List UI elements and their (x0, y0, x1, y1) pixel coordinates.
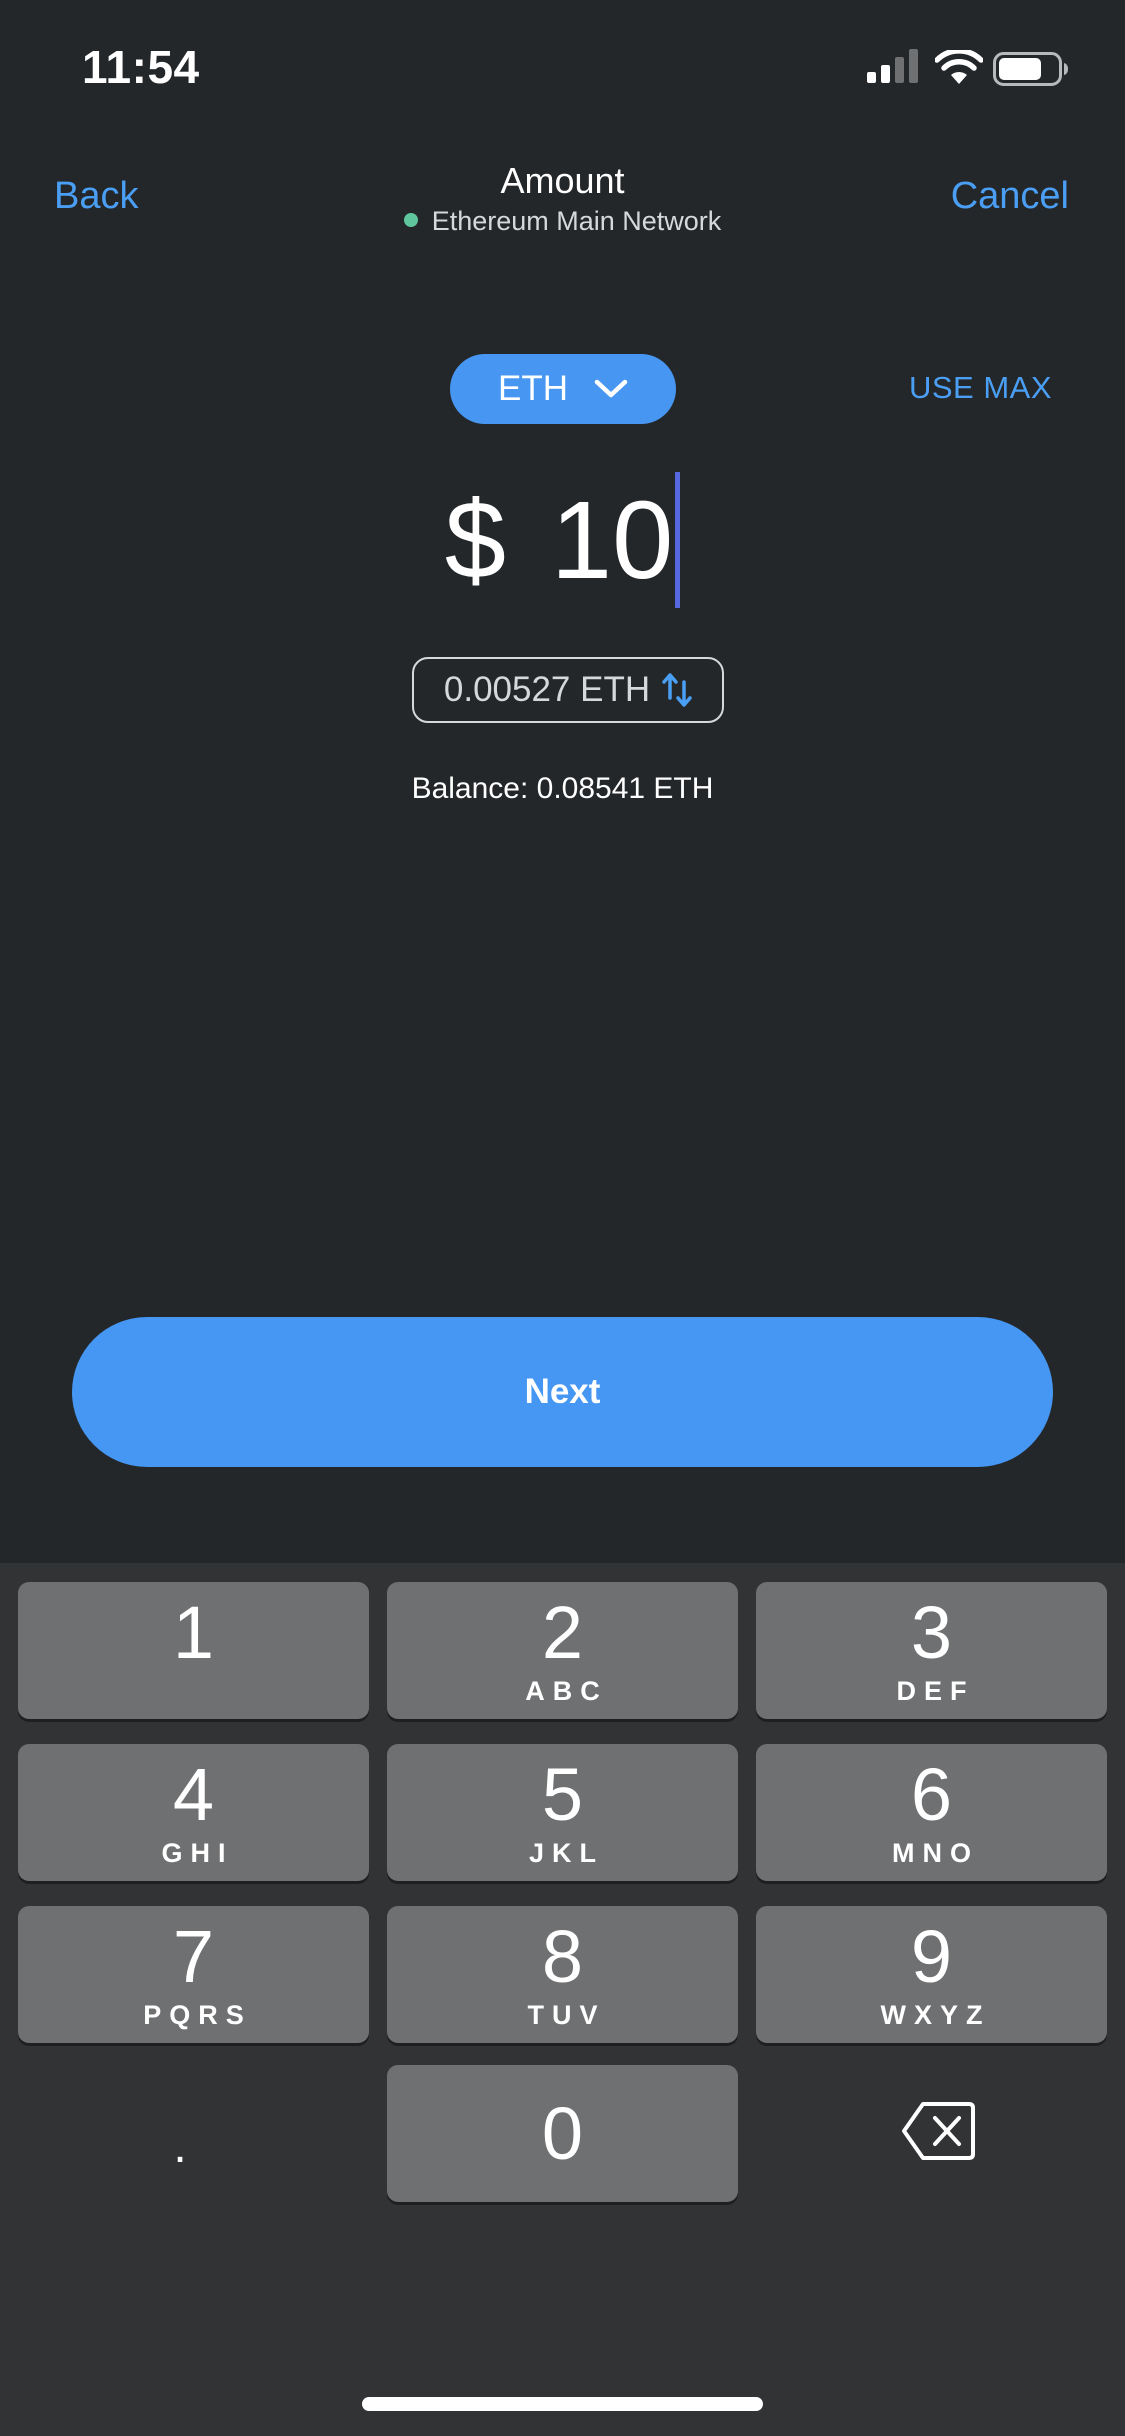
key-letters: TUV (527, 2000, 606, 2030)
amount-input[interactable]: $ 10 (0, 470, 1125, 610)
key-5[interactable]: 5 JKL (387, 1744, 738, 1881)
key-8[interactable]: 8 TUV (387, 1906, 738, 2043)
key-3[interactable]: 3 DEF (756, 1582, 1107, 1719)
key-letters: PQRS (143, 2000, 252, 2030)
key-9[interactable]: 9 WXYZ (756, 1906, 1107, 2043)
wifi-icon (935, 50, 983, 84)
key-letters: DEF (896, 1676, 975, 1706)
key-digit: 1 (172, 1591, 215, 1674)
conversion-value: 0.00527 ETH (443, 670, 651, 709)
cancel-button[interactable]: Cancel (951, 175, 1069, 218)
currency-symbol: $ (444, 478, 506, 602)
key-letters: WXYZ (880, 2000, 991, 2030)
key-digit: 9 (910, 1915, 953, 1998)
use-max-button[interactable]: USE MAX (909, 370, 1052, 406)
key-letters: GHI (161, 1838, 234, 1868)
amount-value: 10 (550, 478, 674, 602)
signal-bars-icon (867, 49, 918, 83)
network-name: Ethereum Main Network (431, 206, 722, 236)
key-digit: 4 (172, 1753, 215, 1836)
backspace-icon (902, 2102, 975, 2160)
asset-selector[interactable]: ETH (450, 354, 676, 424)
asset-symbol: ETH (498, 369, 568, 408)
balance-label: Balance: 0.08541 ETH (411, 772, 714, 805)
key-digit: 7 (172, 1915, 215, 1998)
key-decimal[interactable]: . (160, 2116, 200, 2176)
network-status-dot (403, 212, 418, 227)
status-icons (865, 48, 1085, 88)
key-4[interactable]: 4 GHI (18, 1744, 369, 1881)
key-digit: 0 (541, 2092, 584, 2175)
status-time: 11:54 (82, 41, 200, 93)
key-digit: 6 (910, 1753, 953, 1836)
amount-screen: 11:54 Back Amount Ethereum Main Network … (0, 0, 1125, 2436)
next-button[interactable]: Next (72, 1317, 1053, 1467)
key-letters: MNO (892, 1838, 979, 1868)
key-digit: 5 (541, 1753, 584, 1836)
delete-key[interactable] (884, 2096, 994, 2166)
key-7[interactable]: 7 PQRS (18, 1906, 369, 2043)
key-letters: ABC (525, 1676, 608, 1706)
key-2[interactable]: 2 ABC (387, 1582, 738, 1719)
key-0[interactable]: 0 (387, 2065, 738, 2202)
text-caret (675, 472, 681, 608)
swap-arrows-icon (662, 673, 692, 707)
home-indicator[interactable] (362, 2397, 763, 2411)
key-digit: 8 (541, 1915, 584, 1998)
conversion-toggle[interactable]: 0.00527 ETH (412, 657, 724, 723)
key-6[interactable]: 6 MNO (756, 1744, 1107, 1881)
key-digit: 2 (541, 1591, 584, 1674)
key-1[interactable]: 1 (18, 1582, 369, 1719)
key-digit: 3 (910, 1591, 953, 1674)
key-letters: JKL (528, 1838, 604, 1868)
battery-icon (993, 52, 1068, 86)
chevron-down-icon (594, 379, 628, 398)
